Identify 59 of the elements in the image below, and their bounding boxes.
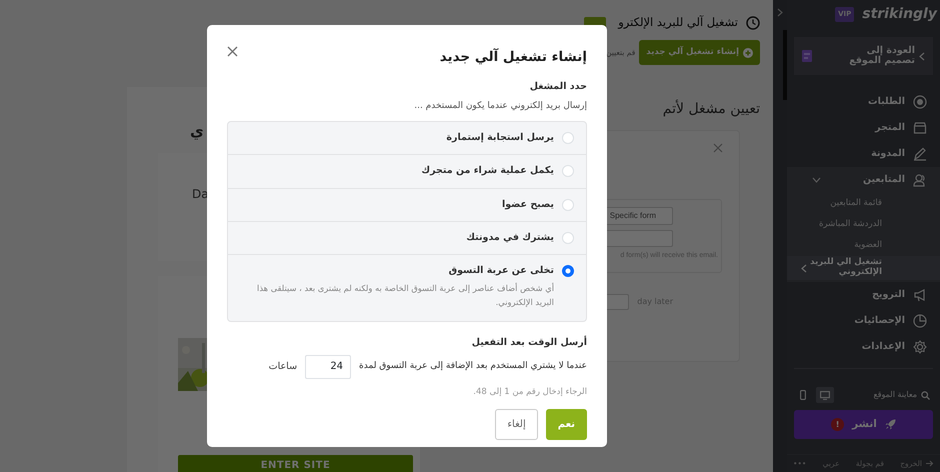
document-icon xyxy=(802,50,812,62)
hours-input[interactable]: 24 xyxy=(305,354,352,379)
store-icon xyxy=(913,121,927,135)
alert-badge: ! xyxy=(831,418,844,431)
trigger-option[interactable]: يصبح عضوا xyxy=(227,188,587,222)
section-title: تعيين مشغل لأتم xyxy=(662,99,760,119)
input-hint: الرجاء إدخال رقم من 1 إلى 48. xyxy=(472,386,587,398)
hours-unit-text: ساعات xyxy=(268,360,298,374)
preview-heading: ي xyxy=(190,121,202,142)
page-title: تشغيل آلي للبريد الإلكترو xyxy=(618,14,738,31)
nav-item[interactable]: المتابعين xyxy=(787,167,940,193)
pie-chart-icon xyxy=(913,314,927,328)
pen-icon xyxy=(913,147,927,161)
preview-site-link[interactable]: معاينة الموقع xyxy=(873,389,917,401)
confirm-button[interactable]: نعم xyxy=(546,409,587,440)
chevron-left-icon xyxy=(801,264,807,272)
delay-sentence: عندما لا يشتري المستخدم بعد الإضافة إلى عربة التسوق لمدة xyxy=(359,360,587,373)
trigger-option[interactable]: يكمل عملية شراء من متجرك xyxy=(227,155,587,188)
radio-button[interactable] xyxy=(562,265,574,278)
clock-icon xyxy=(746,16,760,30)
cancel-button[interactable]: إلغاء xyxy=(495,409,538,440)
new-automation-button[interactable]: إنشاء تشغيل آلي جديد xyxy=(639,40,760,65)
option-label: يرسل استجابة إستمارة xyxy=(446,131,554,145)
enter-site-button[interactable]: ENTER SITE xyxy=(178,454,413,472)
search-icon xyxy=(921,390,930,400)
nav-item[interactable]: الترويج xyxy=(787,282,940,308)
back-to-design-link[interactable]: العودة إلى تصميم الموقع xyxy=(794,37,933,75)
nav-item[interactable]: الإعدادات xyxy=(787,334,940,360)
trigger-option[interactable]: تخلى عن عربة التسوق أي شخص أضاف عناصر إلى عربة التسوق الخاصة به ولكنه لم يشترى بعد ، سيتلقى هذا البريد الإلكتروني. xyxy=(227,255,587,322)
exit-icon xyxy=(926,460,934,467)
option-description: أي شخص أضاف عناصر إلى عربة التسوق الخاصة به ولكنه لم يشترى بعد ، سيتلقى هذا البريد الإلكتروني. xyxy=(256,282,555,310)
option-label: تخلى عن عربة التسوق xyxy=(448,264,554,278)
nav-item[interactable]: المتجر xyxy=(787,115,940,141)
option-label: يكمل عملية شراء من متجرك xyxy=(421,164,554,178)
field-hint: إرسال بريد إلكتروني عندما يكون المستخدم ... xyxy=(413,100,587,112)
desktop-view-toggle[interactable] xyxy=(816,387,834,403)
field-label: حدد المشغل xyxy=(528,80,587,94)
option-label: يشترك في مدونتك xyxy=(466,230,554,245)
phone-icon xyxy=(800,390,806,400)
settings-icon xyxy=(913,340,927,354)
close-icon[interactable] xyxy=(713,143,723,153)
nav-item[interactable]: الإحصائيات xyxy=(787,308,940,334)
megaphone-icon xyxy=(913,288,927,302)
brand-logo[interactable]: strikingly xyxy=(862,4,937,25)
trigger-option[interactable]: يشترك في مدونتك xyxy=(227,222,587,255)
publish-button[interactable]: انشر ! xyxy=(794,410,933,439)
nav-item[interactable]: الطلبات xyxy=(787,89,940,115)
option-label: يصبح عضوا xyxy=(502,198,554,212)
rocket-icon xyxy=(884,419,896,430)
monitor-icon xyxy=(820,390,830,400)
nav-item[interactable]: المدونة xyxy=(787,141,940,167)
plus-circle-icon xyxy=(743,48,753,58)
people-icon xyxy=(913,173,927,187)
nav-subitem[interactable]: تشغيل الي للبريد الإلكتروني xyxy=(787,256,940,280)
coin-icon xyxy=(913,95,927,109)
dialog-title: إنشاء تشغيل آلي جديد xyxy=(440,47,587,67)
field-label: أرسل الوقت بعد التفعيل xyxy=(470,336,587,350)
trigger-option[interactable]: يرسل استجابة إستمارة xyxy=(227,121,587,156)
close-button[interactable] xyxy=(227,46,238,57)
